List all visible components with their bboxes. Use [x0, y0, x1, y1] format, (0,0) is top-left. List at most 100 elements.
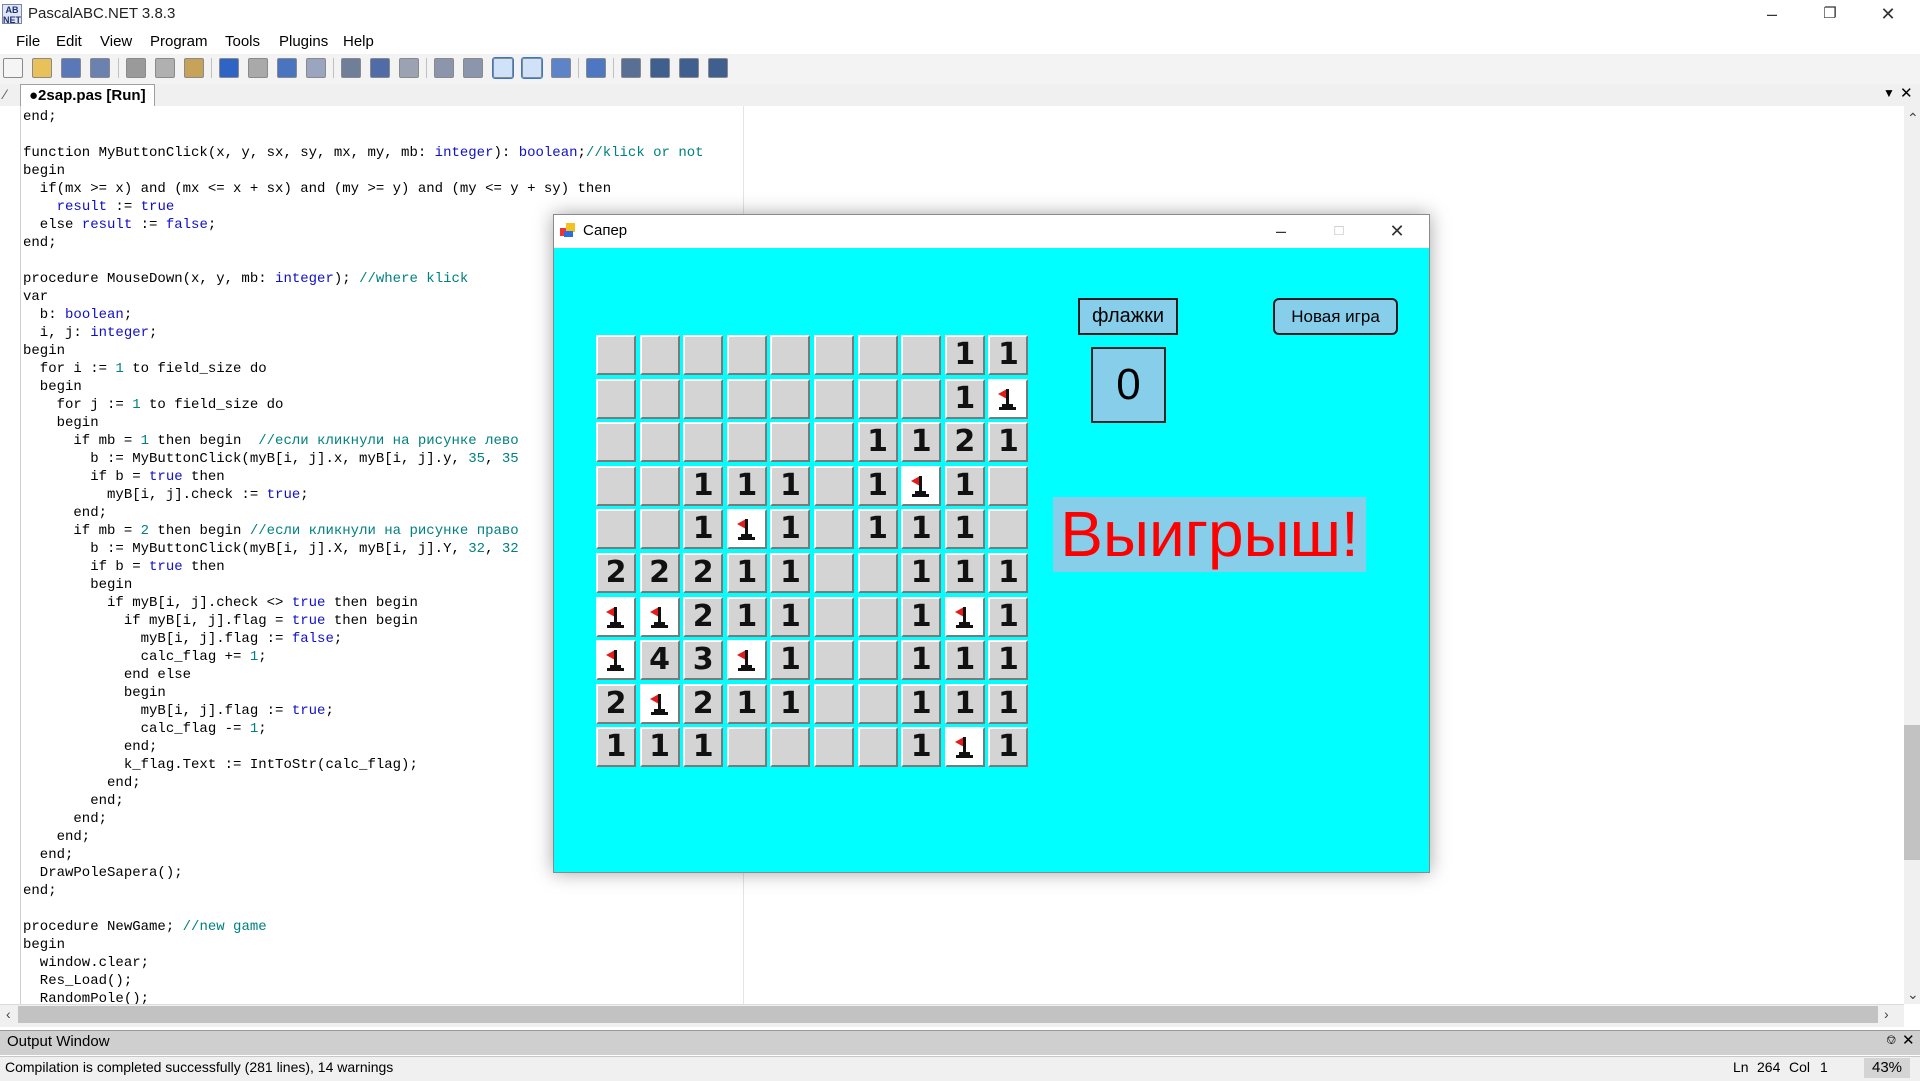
vertical-scrollbar[interactable] [1904, 106, 1920, 1004]
open-icon[interactable] [32, 58, 52, 78]
cell-number[interactable]: 1 [901, 553, 942, 593]
tab-close-icon[interactable]: ✕ [1900, 84, 1913, 102]
menu-plugins[interactable]: Plugins [279, 33, 328, 50]
cell-number[interactable]: 1 [988, 727, 1029, 768]
cell-number[interactable]: 1 [770, 683, 811, 724]
cell-closed[interactable] [596, 509, 636, 550]
zoom-level[interactable]: 43% [1864, 1058, 1910, 1078]
find-icon[interactable] [277, 58, 297, 78]
save-icon[interactable] [61, 58, 81, 78]
cell-number[interactable]: 1 [944, 335, 985, 375]
cell-closed[interactable] [639, 509, 680, 550]
cell-number[interactable]: 2 [683, 596, 724, 637]
cell-flagged[interactable] [988, 378, 1029, 419]
cell-number[interactable]: 1 [988, 422, 1029, 463]
cell-closed[interactable] [814, 335, 854, 375]
game-close-icon[interactable]: ✕ [1368, 214, 1426, 248]
cell-closed[interactable] [770, 335, 811, 375]
cell-closed[interactable] [857, 596, 898, 637]
cell-closed[interactable] [814, 378, 854, 419]
cell-number[interactable]: 2 [944, 422, 985, 463]
cell-number[interactable]: 1 [944, 378, 985, 419]
cell-closed[interactable] [857, 727, 898, 768]
cell-number[interactable]: 1 [726, 596, 767, 637]
cell-number[interactable]: 1 [988, 335, 1029, 375]
cell-flagged[interactable] [901, 465, 942, 506]
horizontal-scroll-thumb[interactable] [18, 1006, 1878, 1023]
cell-flagged[interactable] [596, 640, 636, 681]
cell-number[interactable]: 1 [770, 640, 811, 681]
cell-number[interactable]: 1 [683, 727, 724, 768]
cell-closed[interactable] [770, 727, 811, 768]
minimize-icon[interactable]: – [1743, 0, 1801, 30]
cut-icon[interactable] [126, 58, 146, 78]
vertical-scroll-thumb[interactable] [1904, 725, 1920, 860]
save-all-icon[interactable] [90, 58, 110, 78]
cell-number[interactable]: 1 [988, 683, 1029, 724]
cell-closed[interactable] [857, 683, 898, 724]
menu-help[interactable]: Help [343, 33, 374, 50]
menu-tools[interactable]: Tools [225, 33, 260, 50]
new-icon[interactable] [3, 58, 23, 78]
cell-number[interactable]: 2 [639, 553, 680, 593]
redo-icon[interactable] [248, 58, 268, 78]
cell-closed[interactable] [596, 465, 636, 506]
cell-number[interactable]: 1 [596, 727, 636, 768]
menu-program[interactable]: Program [150, 33, 208, 50]
cell-closed[interactable] [901, 378, 942, 419]
new-game-button[interactable]: Новая игра [1273, 298, 1398, 335]
cell-number[interactable]: 1 [988, 553, 1029, 593]
cell-closed[interactable] [639, 335, 680, 375]
cell-closed[interactable] [857, 640, 898, 681]
output-icon[interactable] [492, 57, 514, 79]
cell-number[interactable]: 2 [683, 683, 724, 724]
paste-icon[interactable] [184, 58, 204, 78]
cell-closed[interactable] [988, 509, 1029, 550]
cell-flagged[interactable] [944, 596, 985, 637]
tab-2sap-pas[interactable]: ●2sap.pas [Run] [20, 84, 155, 106]
cell-number[interactable]: 1 [726, 683, 767, 724]
cell-number[interactable]: 1 [901, 727, 942, 768]
cell-closed[interactable] [726, 335, 767, 375]
cell-flagged[interactable] [726, 640, 767, 681]
cell-number[interactable]: 1 [770, 553, 811, 593]
scroll-down-icon[interactable]: ⌄ [1907, 986, 1919, 1003]
undo-icon[interactable] [219, 58, 239, 78]
cell-number[interactable]: 1 [857, 465, 898, 506]
scroll-left-icon[interactable]: ‹ [6, 1006, 11, 1022]
cell-closed[interactable] [814, 465, 854, 506]
cell-closed[interactable] [814, 553, 854, 593]
menu-file[interactable]: File [16, 33, 40, 50]
cell-number[interactable]: 2 [683, 553, 724, 593]
cell-closed[interactable] [814, 727, 854, 768]
format-icon[interactable] [521, 57, 543, 79]
cell-closed[interactable] [639, 422, 680, 463]
form-icon[interactable] [621, 58, 641, 78]
indent-icon[interactable] [551, 58, 571, 78]
cell-closed[interactable] [596, 378, 636, 419]
menu-view[interactable]: View [100, 33, 132, 50]
step-icon[interactable] [434, 58, 454, 78]
tab-list-dropdown-icon[interactable]: ▼ [1883, 86, 1895, 100]
cell-number[interactable]: 1 [944, 683, 985, 724]
cell-number[interactable]: 1 [988, 640, 1029, 681]
cell-closed[interactable] [814, 509, 854, 550]
scroll-right-icon[interactable]: › [1884, 1006, 1889, 1022]
replace-icon[interactable] [306, 58, 326, 78]
cell-closed[interactable] [857, 553, 898, 593]
cell-number[interactable]: 1 [770, 509, 811, 550]
cell-number[interactable]: 1 [988, 596, 1029, 637]
cell-number[interactable]: 4 [639, 640, 680, 681]
cell-flagged[interactable] [639, 596, 680, 637]
cell-closed[interactable] [726, 727, 767, 768]
minefield-board[interactable]: 1111121111111111122211111211114311112211… [596, 335, 1032, 769]
step-over-icon[interactable] [463, 58, 483, 78]
cell-closed[interactable] [770, 422, 811, 463]
cell-number[interactable]: 1 [726, 465, 767, 506]
cell-number[interactable]: 1 [944, 553, 985, 593]
cell-number[interactable]: 1 [683, 465, 724, 506]
cell-closed[interactable] [596, 422, 636, 463]
cell-flagged[interactable] [944, 727, 985, 768]
cell-flagged[interactable] [639, 683, 680, 724]
cell-flagged[interactable] [596, 596, 636, 637]
